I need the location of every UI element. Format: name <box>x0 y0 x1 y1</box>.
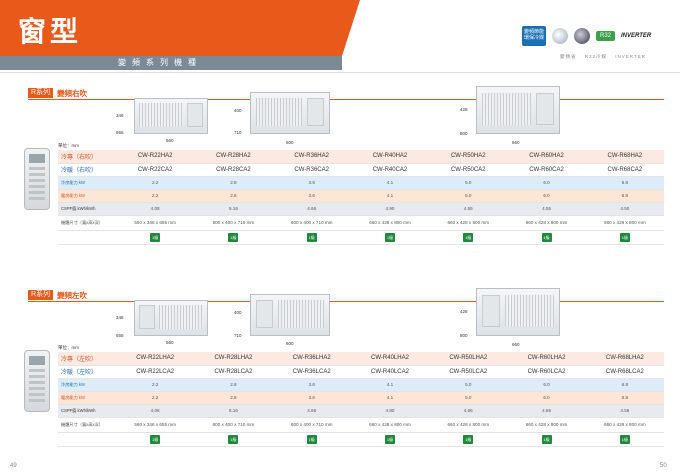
energy-label-icon: 1級 <box>541 434 552 444</box>
table-row: 1級 1級 1級 1級 1級 1級 1級 <box>58 432 664 447</box>
section-label-left: R系列 變頻左吹 <box>28 290 87 300</box>
dim-height: 346 <box>116 315 124 320</box>
dim-depth: 655 <box>116 333 124 338</box>
table-row: 機體尺寸（寬x高x深） 560 x 346 x 655 mm 600 x 400 … <box>58 417 664 433</box>
ac-unit-image-medium <box>250 294 330 336</box>
spec-table-left: 冷專（左吹） CW-R22LHA2 CW-R28LHA2 CW-R36LHA2 CW-… <box>58 352 664 447</box>
table-row: 暖房能力 kW 2.2 2.8 3.6 4.1 5.0 6.0 6.8 <box>58 189 664 203</box>
table-row: 冷房能力 kW 2.2 2.8 3.6 4.1 5.0 6.0 6.8 <box>58 176 664 190</box>
dim-width: 560 <box>166 340 174 345</box>
badge-caption: 變頻省 R32冷媒 INVERTER <box>560 54 646 59</box>
dim-width: 600 <box>286 341 294 346</box>
energy-label-icon: 1級 <box>306 434 317 444</box>
dim-height: 428 <box>460 107 468 112</box>
energy-label-icon: 1級 <box>150 434 161 444</box>
table-row: 冷專（左吹） CW-R22LHA2 CW-R28LHA2 CW-R36LHA2 CW-… <box>58 352 664 366</box>
table-row: 冷房能力 kW 2.2 2.8 3.6 4.1 5.0 6.0 6.8 <box>58 378 664 392</box>
energy-label-icon: 1級 <box>463 232 474 242</box>
energy-label-icon: 1級 <box>463 434 474 444</box>
series-tag: R系列 <box>28 88 54 98</box>
series-direction: 變頻右吹 <box>57 88 88 98</box>
eco-badge: 變頻節能 環保冷媒 <box>522 26 546 46</box>
energy-label-icon: 1級 <box>384 434 395 444</box>
table-row: CSPF值 kWh/kWh 4.08 5.16 4.66 4.90 4.55 4.55 4.… <box>58 404 664 418</box>
page-number-right: 50 <box>660 463 667 469</box>
energy-label-icon: 1級 <box>619 434 630 444</box>
energy-label-icon: 1級 <box>541 232 552 242</box>
table-row: 冷暖（右吹） CW-R22CA2 CW-R28CA2 CW-R36CA2 CW-R40… <box>58 163 664 177</box>
dim-depth: 800 <box>460 131 468 136</box>
dim-height: 428 <box>460 309 468 314</box>
dim-depth: 710 <box>234 130 242 135</box>
energy-label-icon: 1級 <box>619 232 630 242</box>
spec-table-right: 冷專（右吹） CW-R22HA2 CW-R28HA2 CW-R36HA2 CW-R40… <box>58 150 664 245</box>
table-row: 冷暖（左吹） CW-R22LCA2 CW-R28LCA2 CW-R36LCA2 CW-… <box>58 365 664 379</box>
section-rule <box>28 99 664 100</box>
ac-unit-image-small <box>134 300 208 336</box>
ac-unit-image-large <box>476 86 560 134</box>
table-row: 機體尺寸（寬x高x深） 560 x 346 x 655 mm 600 x 400 … <box>58 215 664 231</box>
energy-label-icon: 1級 <box>306 232 317 242</box>
table-row: CSPF值 kWh/kWh 4.08 5.16 4.66 4.90 4.55 4.55 4.… <box>58 202 664 216</box>
table-row: 1級 1級 1級 1級 1級 1級 1級 <box>58 230 664 245</box>
dim-height: 346 <box>116 113 124 118</box>
header-divider <box>0 72 680 73</box>
energy-label-icon: 1級 <box>228 434 239 444</box>
energy-label-icon: 1級 <box>384 232 395 242</box>
dim-width: 660 <box>512 140 520 145</box>
dim-depth: 800 <box>460 333 468 338</box>
remote-control-image <box>24 148 50 210</box>
ac-unit-image-small <box>134 98 208 134</box>
dim-height: 400 <box>234 310 242 315</box>
page-subtitle: 變頻系列機種 <box>118 58 202 67</box>
dim-depth: 710 <box>234 333 242 338</box>
dim-width: 560 <box>166 138 174 143</box>
dim-height: 400 <box>234 108 242 113</box>
section-rule <box>28 301 664 302</box>
unit-note: 單位：mm <box>58 345 79 350</box>
dim-width: 600 <box>286 140 294 145</box>
inverter-logo: INVERTER <box>621 33 652 39</box>
r32-badge: R32 <box>596 31 616 41</box>
series-tag: R系列 <box>28 290 54 300</box>
air-purify-icon <box>552 28 568 44</box>
energy-label-icon: 1級 <box>150 232 161 242</box>
dim-width: 660 <box>512 342 520 347</box>
dim-depth: 655 <box>116 130 124 135</box>
ac-unit-image-medium <box>250 92 330 134</box>
series-direction: 變頻左吹 <box>57 290 88 300</box>
table-row: 冷專（右吹） CW-R22HA2 CW-R28HA2 CW-R36HA2 CW-R40… <box>58 150 664 164</box>
section-label-right: R系列 變頻右吹 <box>28 88 87 98</box>
feature-badges: 變頻節能 環保冷媒 R32 INVERTER <box>522 26 651 46</box>
unit-note: 單位：mm <box>58 143 79 148</box>
energy-label-icon: 1級 <box>228 232 239 242</box>
table-row: 暖房能力 kW 2.2 2.8 3.6 4.1 5.0 6.0 6.8 <box>58 391 664 405</box>
page-number-left: 49 <box>10 463 17 469</box>
nanoe-icon <box>574 28 590 44</box>
remote-control-image <box>24 350 50 412</box>
page-title: 窗型 <box>18 15 83 48</box>
ac-unit-image-large <box>476 288 560 336</box>
